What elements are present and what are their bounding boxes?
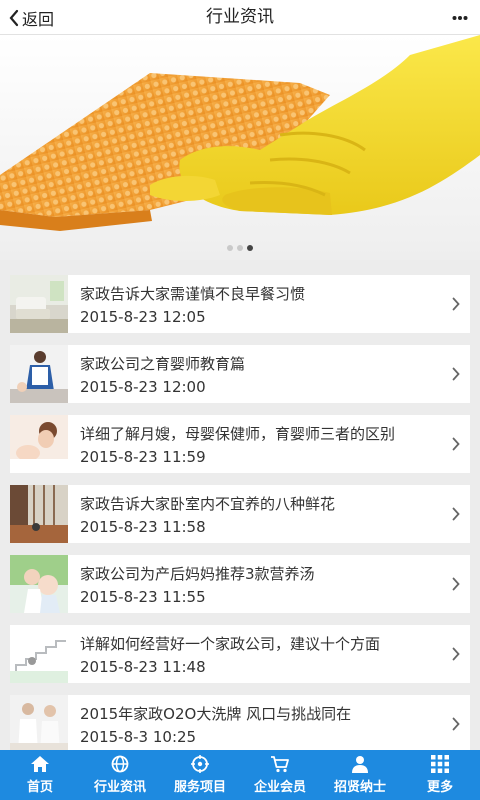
target-icon [191,755,209,773]
chevron-right-icon [452,297,460,311]
tab-services[interactable]: 服务项目 [160,750,240,800]
carousel-dot[interactable] [227,245,233,251]
article-title: 家政公司之育婴师教育篇 [80,355,246,373]
list-item[interactable]: 2015年家政O2O大洗牌 风口与挑战同在 2015-8-3 10:25 [10,695,470,750]
article-date: 2015-8-23 11:48 [80,658,206,676]
tab-members[interactable]: 企业会员 [240,750,320,800]
article-title: 2015年家政O2O大洗牌 风口与挑战同在 [80,705,352,723]
tab-more[interactable]: 更多 [400,750,480,800]
carousel-dot[interactable] [237,245,243,251]
top-nav-bar: 返回 行业资讯 [0,0,480,35]
tab-label: 更多 [426,780,453,795]
article-thumbnail [10,275,68,333]
list-item[interactable]: 家政公司为产后妈妈推荐3款营养汤 2015-8-23 11:55 [10,555,470,613]
article-title: 家政告诉大家需谨慎不良早餐习惯 [80,285,306,303]
tab-label: 行业资讯 [93,780,146,795]
page-title: 行业资讯 [206,7,274,27]
tab-industry-news[interactable]: 行业资讯 [80,750,160,800]
chevron-right-icon [452,717,460,731]
article-thumbnail [10,345,68,403]
article-date: 2015-8-23 11:59 [80,448,206,466]
list-item[interactable]: 家政告诉大家需谨慎不良早餐习惯 2015-8-23 12:05 [10,275,470,333]
chevron-right-icon [452,577,460,591]
tab-label: 首页 [26,780,53,795]
chevron-right-icon [452,507,460,521]
article-title: 详细了解月嫂，母婴保健师，育婴师三者的区别 [80,425,396,443]
banner-image [0,35,480,260]
article-date: 2015-8-3 10:25 [80,728,197,746]
article-title: 家政告诉大家卧室内不宜养的八种鲜花 [80,495,336,513]
article-thumbnail [10,625,68,683]
more-menu-button[interactable] [452,0,468,35]
chevron-right-icon [452,647,460,661]
article-date: 2015-8-23 11:55 [80,588,206,606]
article-thumbnail [10,485,68,543]
banner-carousel[interactable] [0,35,480,260]
article-list: 家政告诉大家需谨慎不良早餐习惯 2015-8-23 12:05 家政公司之育婴师… [0,260,480,750]
article-title: 详解如何经营好一个家政公司，建议十个方面 [80,635,381,653]
tab-label: 服务项目 [173,780,226,795]
grid-icon [431,755,449,773]
list-item[interactable]: 详解如何经营好一个家政公司，建议十个方面 2015-8-23 11:48 [10,625,470,683]
list-item[interactable]: 家政公司之育婴师教育篇 2015-8-23 12:00 [10,345,470,403]
cart-icon [271,756,289,773]
article-date: 2015-8-23 12:05 [80,308,206,326]
article-thumbnail [10,415,68,473]
carousel-dot-active[interactable] [247,245,253,251]
tab-label: 招贤纳士 [333,780,386,795]
tab-home[interactable]: 首页 [0,750,80,800]
article-date: 2015-8-23 12:00 [80,378,206,396]
tab-label: 企业会员 [253,780,306,795]
home-icon [31,756,49,772]
bottom-tab-bar: 首页 行业资讯 服务项目 企业会员 招贤纳士 更多 [0,750,480,800]
globe-icon [111,755,129,773]
article-thumbnail [10,695,68,750]
article-thumbnail [10,555,68,613]
carousel-indicator [0,245,480,251]
chevron-right-icon [452,367,460,381]
article-date: 2015-8-23 11:58 [80,518,206,536]
person-icon [352,756,368,773]
more-dots-icon [452,15,468,20]
article-title: 家政公司为产后妈妈推荐3款营养汤 [80,565,315,583]
chevron-right-icon [452,437,460,451]
list-item[interactable]: 详细了解月嫂，母婴保健师，育婴师三者的区别 2015-8-23 11:59 [10,415,470,473]
tab-recruitment[interactable]: 招贤纳士 [320,750,400,800]
list-item[interactable]: 家政告诉大家卧室内不宜养的八种鲜花 2015-8-23 11:58 [10,485,470,543]
